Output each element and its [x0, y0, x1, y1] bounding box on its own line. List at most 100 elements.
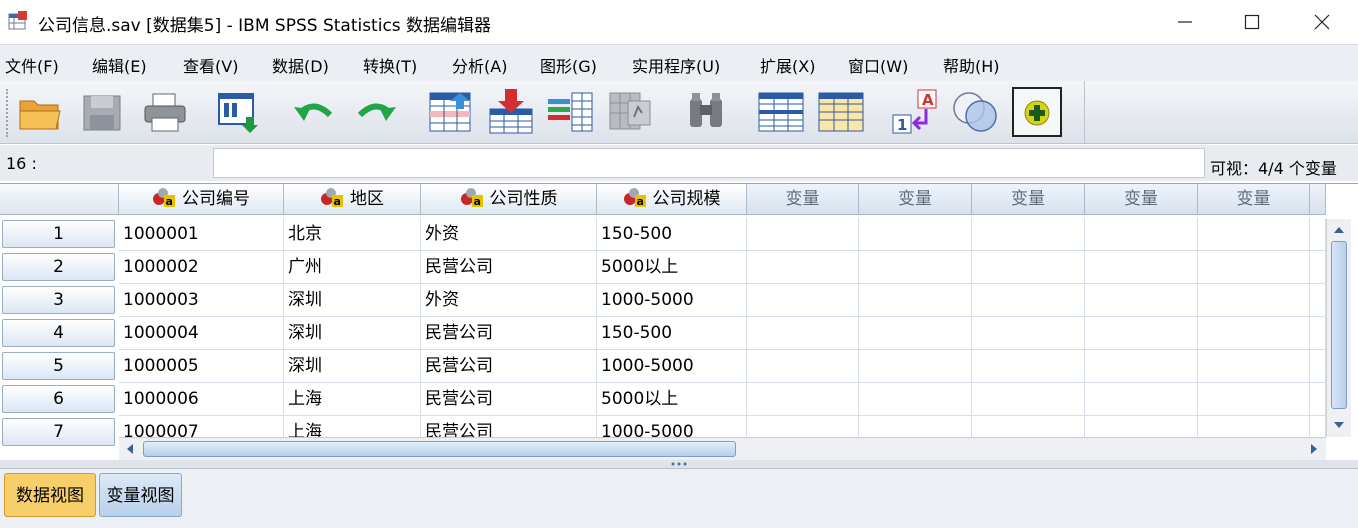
- value-labels-button[interactable]: A 1: [890, 87, 940, 137]
- menu-extensions[interactable]: 扩展(X): [760, 53, 815, 77]
- data-cell[interactable]: [972, 284, 1085, 317]
- data-cell[interactable]: [859, 218, 972, 251]
- data-cell[interactable]: [859, 317, 972, 350]
- row-header[interactable]: 7: [0, 416, 119, 449]
- scroll-left-icon[interactable]: [120, 439, 140, 459]
- data-cell[interactable]: [747, 383, 859, 416]
- column-header-empty-variable[interactable]: 变量: [747, 184, 859, 215]
- redo-button[interactable]: [350, 87, 400, 137]
- column-header-company-id[interactable]: a 公司编号: [119, 184, 284, 215]
- tab-data-view[interactable]: 数据视图: [4, 473, 96, 517]
- data-cell[interactable]: 民营公司: [421, 251, 597, 284]
- data-cell[interactable]: 广州: [284, 251, 421, 284]
- vertical-scrollbar[interactable]: [1326, 219, 1351, 437]
- run-descriptives-button[interactable]: [606, 87, 656, 137]
- data-cell[interactable]: 1000005: [119, 350, 284, 383]
- data-cell[interactable]: 民营公司: [421, 317, 597, 350]
- data-cell[interactable]: [1198, 284, 1310, 317]
- menu-transform[interactable]: 转换(T): [363, 53, 417, 77]
- data-cell[interactable]: 5000以上: [597, 383, 747, 416]
- menu-edit[interactable]: 编辑(E): [92, 53, 147, 77]
- open-button[interactable]: [16, 87, 66, 137]
- data-cell[interactable]: [1198, 317, 1310, 350]
- use-variable-sets-button[interactable]: [950, 87, 1000, 137]
- data-cell[interactable]: 150-500: [597, 317, 747, 350]
- print-button[interactable]: [140, 87, 190, 137]
- data-cell[interactable]: [1310, 218, 1326, 251]
- data-cell[interactable]: 1000003: [119, 284, 284, 317]
- close-button[interactable]: [1294, 0, 1350, 44]
- goto-variable-button[interactable]: [486, 87, 536, 137]
- data-cell[interactable]: 民营公司: [421, 383, 597, 416]
- maximize-button[interactable]: [1224, 0, 1280, 44]
- data-cell[interactable]: [747, 218, 859, 251]
- toolbar-grip[interactable]: [6, 89, 12, 137]
- data-cell[interactable]: [747, 284, 859, 317]
- undo-button[interactable]: [290, 87, 340, 137]
- menu-utilities[interactable]: 实用程序(U): [632, 53, 720, 77]
- data-cell[interactable]: [1198, 383, 1310, 416]
- menu-file[interactable]: 文件(F): [5, 53, 59, 77]
- data-cell[interactable]: [859, 251, 972, 284]
- data-cell[interactable]: 深圳: [284, 317, 421, 350]
- vertical-scroll-thumb[interactable]: [1331, 241, 1347, 409]
- menu-help[interactable]: 帮助(H): [943, 53, 1000, 77]
- data-cell[interactable]: [1310, 251, 1326, 284]
- column-header-empty-variable[interactable]: 变量: [972, 184, 1085, 215]
- data-cell[interactable]: [1085, 350, 1198, 383]
- data-cell[interactable]: 150-500: [597, 218, 747, 251]
- data-cell[interactable]: [1310, 350, 1326, 383]
- data-cell[interactable]: [1310, 284, 1326, 317]
- column-header-company-type[interactable]: a 公司性质: [421, 184, 597, 215]
- grid-corner[interactable]: [0, 184, 119, 215]
- data-cell[interactable]: [1085, 284, 1198, 317]
- data-cell[interactable]: 5000以上: [597, 251, 747, 284]
- data-cell[interactable]: [972, 218, 1085, 251]
- row-header[interactable]: 2: [0, 251, 119, 284]
- cell-value-input[interactable]: [213, 148, 1205, 178]
- scroll-up-icon[interactable]: [1329, 220, 1349, 240]
- data-cell[interactable]: [747, 317, 859, 350]
- select-cases-button[interactable]: [816, 87, 866, 137]
- data-cell[interactable]: 1000002: [119, 251, 284, 284]
- data-cell[interactable]: 1000001: [119, 218, 284, 251]
- data-cell[interactable]: 1000-5000: [597, 284, 747, 317]
- data-cell[interactable]: [1085, 317, 1198, 350]
- column-header-region[interactable]: a 地区: [284, 184, 421, 215]
- menu-window[interactable]: 窗口(W): [848, 53, 908, 77]
- data-cell[interactable]: [859, 284, 972, 317]
- goto-case-button[interactable]: [426, 87, 476, 137]
- menu-analyze[interactable]: 分析(A): [452, 53, 507, 77]
- data-cell[interactable]: [1085, 383, 1198, 416]
- data-cell[interactable]: 外资: [421, 218, 597, 251]
- data-cell[interactable]: [747, 350, 859, 383]
- menu-graphs[interactable]: 图形(G): [540, 53, 597, 77]
- data-cell[interactable]: 民营公司: [421, 350, 597, 383]
- data-cell[interactable]: 1000-5000: [597, 350, 747, 383]
- column-header-empty-variable[interactable]: 变量: [1085, 184, 1198, 215]
- column-header-company-size[interactable]: a 公司规模: [597, 184, 747, 215]
- row-header[interactable]: 6: [0, 383, 119, 416]
- column-header-empty-variable[interactable]: 变量: [859, 184, 972, 215]
- data-cell[interactable]: 深圳: [284, 284, 421, 317]
- find-button[interactable]: [682, 87, 732, 137]
- pane-splitter[interactable]: [0, 460, 1358, 468]
- data-cell[interactable]: [1310, 383, 1326, 416]
- data-cell[interactable]: [972, 383, 1085, 416]
- row-header[interactable]: 4: [0, 317, 119, 350]
- menu-data[interactable]: 数据(D): [272, 53, 329, 77]
- horizontal-scroll-thumb[interactable]: [143, 441, 736, 457]
- data-cell[interactable]: [859, 383, 972, 416]
- data-cell[interactable]: [1310, 317, 1326, 350]
- scroll-right-icon[interactable]: [1304, 439, 1324, 459]
- variables-button[interactable]: [546, 87, 596, 137]
- data-cell[interactable]: [1198, 218, 1310, 251]
- row-header[interactable]: 3: [0, 284, 119, 317]
- menu-view[interactable]: 查看(V): [183, 53, 238, 77]
- minimize-button[interactable]: [1157, 0, 1213, 44]
- data-cell[interactable]: [859, 350, 972, 383]
- save-button[interactable]: [78, 87, 128, 137]
- data-cell[interactable]: [1085, 251, 1198, 284]
- data-cell[interactable]: [1198, 350, 1310, 383]
- data-cell[interactable]: [1198, 251, 1310, 284]
